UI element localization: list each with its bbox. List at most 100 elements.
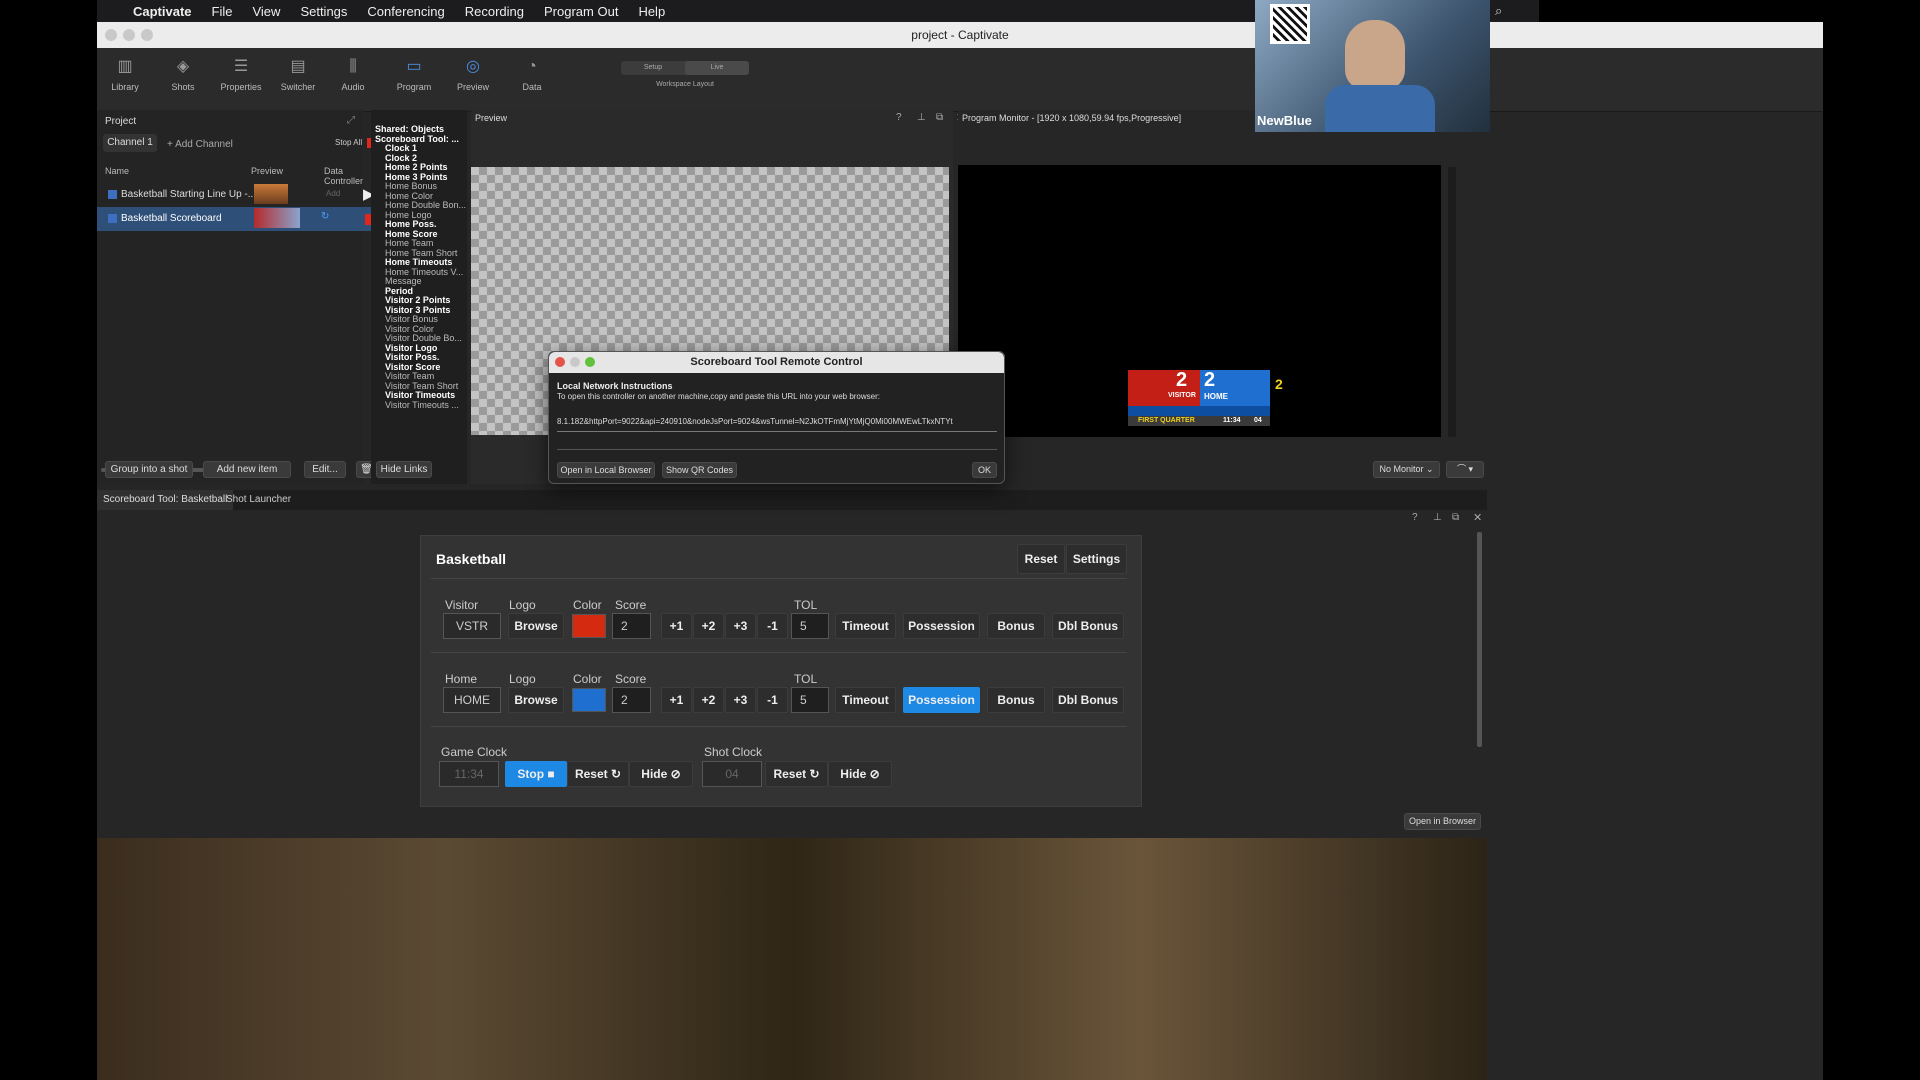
home-plus1-button[interactable]: +1 [661,687,692,713]
monitor-options-button[interactable]: ⌒ ▾ [1446,461,1484,478]
qr-code-image [1270,4,1310,44]
add-channel-button[interactable]: + Add Channel [167,139,233,150]
visitor-plus3-button[interactable]: +3 [725,613,756,639]
home-minus1-button[interactable]: -1 [757,687,788,713]
home-plus3-button[interactable]: +3 [725,687,756,713]
dialog-zoom-button[interactable] [585,357,595,367]
pin-icon[interactable]: ⊥ [917,112,926,123]
float-icon[interactable]: ⧉ [1452,512,1459,523]
table-row[interactable]: Basketball Starting Line Up -... Add ▶ [97,183,381,207]
game-clock-reset-button[interactable]: Reset ↻ [567,761,629,787]
menu-recording[interactable]: Recording [465,4,524,19]
game-clock-stop-button[interactable]: Stop ■ [505,761,567,787]
visitor-dbl-bonus-button[interactable]: Dbl Bonus [1052,613,1124,639]
home-score-input[interactable]: 2 [612,687,651,713]
home-browse-button[interactable]: Browse [508,687,564,713]
home-tol-input[interactable]: 5 [791,687,829,713]
toolbar-properties[interactable]: ☰ Properties [211,56,271,92]
reset-button[interactable]: Reset [1017,544,1065,574]
visitor-timeout-button[interactable]: Timeout [835,613,896,639]
game-clock-input[interactable]: 11:34 [439,761,499,787]
hide-links-button[interactable]: Hide Links [376,461,432,478]
shot-clock-reset-button[interactable]: Reset ↻ [765,761,828,787]
home-dbl-bonus-button[interactable]: Dbl Bonus [1052,687,1124,713]
show-qr-codes-button[interactable]: Show QR Codes [662,462,737,478]
home-possession-button[interactable]: Possession [903,687,980,713]
shot-clock-input[interactable]: 04 [702,761,762,787]
home-plus2-button[interactable]: +2 [693,687,724,713]
home-timeout-button[interactable]: Timeout [835,687,896,713]
edit-button[interactable]: Edit... [304,461,346,478]
visitor-possession-button[interactable]: Possession [903,613,980,639]
toolbar-program[interactable]: ▭ Program [384,56,444,92]
visitor-browse-button[interactable]: Browse [508,613,564,639]
remote-control-dialog: Scoreboard Tool Remote Control Local Net… [548,351,1005,484]
menu-file[interactable]: File [212,4,233,19]
home-team-input[interactable]: HOME [443,687,501,713]
visitor-minus1-button[interactable]: -1 [757,613,788,639]
window-title: project - Captivate [911,28,1009,42]
settings-button[interactable]: Settings [1066,544,1127,574]
help-icon[interactable]: ? [896,112,902,123]
minimize-window-button[interactable] [123,29,135,41]
menu-view[interactable]: View [252,4,280,19]
open-local-browser-button[interactable]: Open in Local Browser [557,462,655,478]
toolbar-program-label: Program [396,82,432,92]
menu-app[interactable]: Captivate [133,4,192,19]
group-into-shot-button[interactable]: Group into a shot [105,461,193,478]
toolbar-switcher[interactable]: ▤ Switcher [268,56,328,92]
shot-clock-hide-button[interactable]: Hide ⊘ [828,761,892,787]
url-field[interactable]: 8.1.182&httpPort=9022&api=240910&nodeJsP… [557,412,997,432]
link-item[interactable]: Visitor Timeouts ... [375,400,466,411]
visitor-plus1-button[interactable]: +1 [661,613,692,639]
close-icon[interactable]: ✕ [1473,511,1482,524]
visitor-bonus-button[interactable]: Bonus [987,613,1045,639]
toolbar-data[interactable]: ◔ Data [502,56,562,92]
menu-conferencing[interactable]: Conferencing [367,4,444,19]
tab-scoreboard-tool[interactable]: Scoreboard Tool: Basketball [97,490,234,510]
game-clock-hide-button[interactable]: Hide ⊘ [629,761,693,787]
scorebug-shot: 04 [1254,417,1262,424]
menu-settings[interactable]: Settings [300,4,347,19]
home-bonus-button[interactable]: Bonus [987,687,1045,713]
pin-icon[interactable]: ⤢ [347,115,355,126]
toolbar-preview[interactable]: ◎ Preview [443,56,503,92]
pin-icon[interactable]: ⊥ [1433,512,1442,523]
refresh-icon[interactable]: ↻ [321,211,329,222]
channel-tab[interactable]: Channel 1 [103,134,157,152]
zoom-window-button[interactable] [141,29,153,41]
toolbar-audio[interactable]: ⫼ Audio [323,56,383,92]
float-icon[interactable]: ⧉ [936,112,943,123]
row-thumbnail [254,184,288,204]
visitor-score-input[interactable]: 2 [612,613,651,639]
dialog-close-button[interactable] [555,357,565,367]
toolbar-data-label: Data [522,82,542,92]
visitor-team-input[interactable]: VSTR [443,613,501,639]
menu-program-out[interactable]: Program Out [544,4,618,19]
hide-label: Hide [840,767,867,781]
open-in-browser-button[interactable]: Open in Browser [1404,813,1481,830]
reset-label: Reset [773,767,807,781]
no-monitor-select[interactable]: No Monitor ⌄ [1373,461,1440,478]
dialog-minimize-button[interactable] [570,357,580,367]
workspace-live[interactable]: Live [685,61,749,75]
vertical-scrollbar[interactable] [1477,532,1482,747]
help-icon[interactable]: ? [1412,512,1418,523]
menu-help[interactable]: Help [638,4,665,19]
close-window-button[interactable] [105,29,117,41]
title-item-icon [108,190,117,199]
toolbar-library[interactable]: ▥ Library [95,56,155,92]
add-new-item-button[interactable]: Add new item [203,461,291,478]
home-label: Home [445,672,478,686]
search-icon[interactable]: ⌕ [1495,3,1502,19]
ok-button[interactable]: OK [972,462,997,478]
row-data[interactable]: Add [326,189,340,198]
tab-shot-launcher[interactable]: Shot Launcher [226,490,291,510]
visitor-plus2-button[interactable]: +2 [693,613,724,639]
table-row[interactable]: Basketball Scoreboard ↻ [97,207,381,231]
toolbar-shots[interactable]: ◈ Shots [153,56,213,92]
home-color-swatch[interactable] [572,688,606,712]
visitor-tol-input[interactable]: 5 [791,613,829,639]
visitor-color-swatch[interactable] [572,614,606,638]
workspace-setup[interactable]: Setup [621,61,685,75]
